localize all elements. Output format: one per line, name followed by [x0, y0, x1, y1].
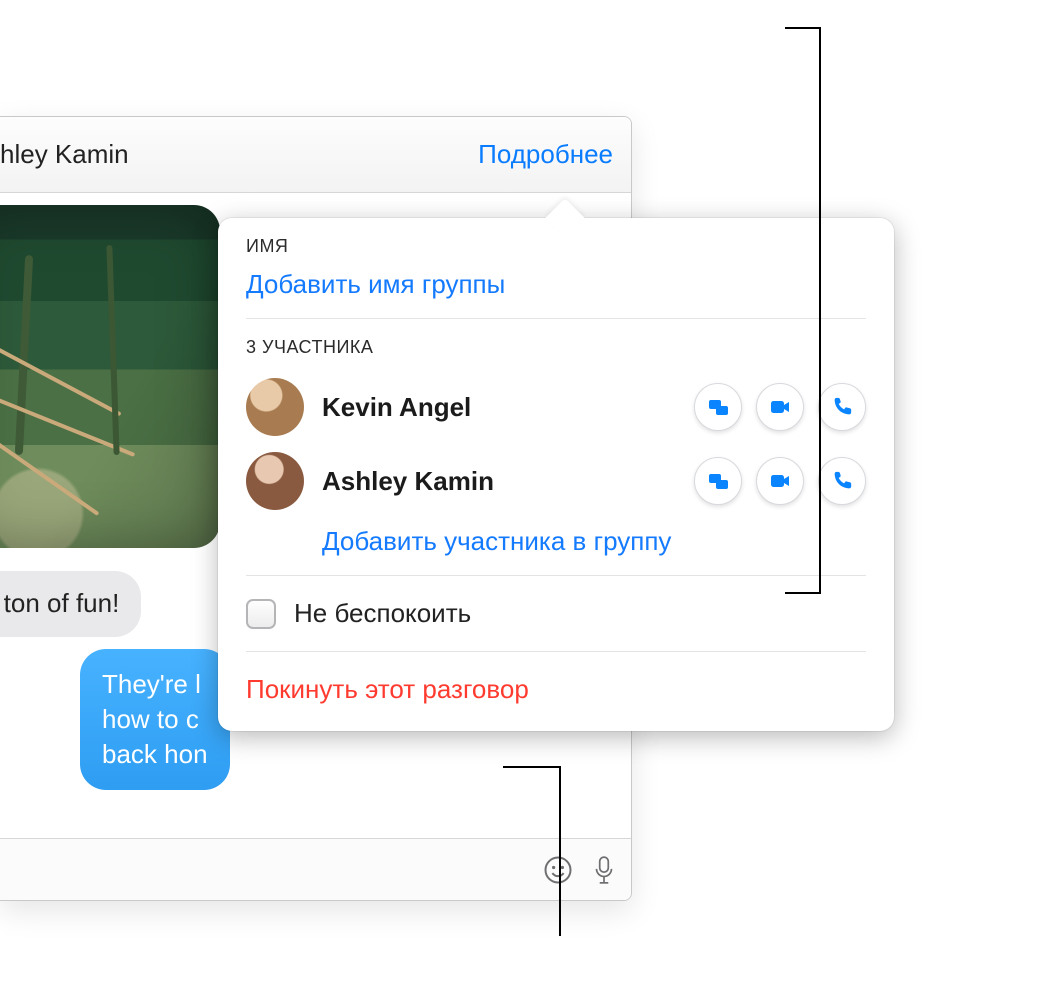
callout-line — [819, 27, 821, 593]
video-call-icon[interactable] — [756, 383, 804, 431]
titlebar: hley Kamin Подробнее — [0, 117, 631, 193]
screen-share-icon[interactable] — [694, 457, 742, 505]
compose-bar — [0, 838, 631, 900]
add-group-name-button[interactable]: Добавить имя группы — [246, 269, 866, 300]
participants-section: 3 УЧАСТНИКА Kevin Angel Ashley Kamin — [218, 319, 894, 575]
leave-conversation-button[interactable]: Покинуть этот разговор — [246, 674, 529, 704]
participant-row: Kevin Angel — [246, 370, 866, 444]
screen-share-icon[interactable] — [694, 383, 742, 431]
participants-section-label: 3 УЧАСТНИКА — [246, 337, 866, 358]
leave-row: Покинуть этот разговор — [218, 652, 894, 731]
do-not-disturb-checkbox[interactable] — [246, 599, 276, 629]
group-name-section: ИМЯ Добавить имя группы — [218, 218, 894, 318]
add-member-row: Добавить участника в группу — [246, 518, 866, 557]
message-input[interactable] — [14, 852, 525, 888]
participant-name: Kevin Angel — [322, 392, 676, 423]
do-not-disturb-row: Не беспокоить — [218, 576, 894, 651]
dictation-mic-icon[interactable] — [591, 855, 617, 885]
add-member-button[interactable]: Добавить участника в группу — [322, 526, 671, 556]
callout-line — [503, 766, 561, 768]
avatar — [246, 378, 304, 436]
image-attachment[interactable] — [0, 205, 220, 548]
participant-row: Ashley Kamin — [246, 444, 866, 518]
audio-call-icon[interactable] — [818, 383, 866, 431]
participant-actions — [694, 457, 866, 505]
image-decoration — [0, 355, 170, 548]
participant-actions — [694, 383, 866, 431]
video-call-icon[interactable] — [756, 457, 804, 505]
emoji-picker-icon[interactable] — [543, 855, 573, 885]
details-popover: ИМЯ Добавить имя группы 3 УЧАСТНИКА Kevi… — [218, 218, 894, 731]
participant-name: Ashley Kamin — [322, 466, 676, 497]
details-button[interactable]: Подробнее — [478, 139, 613, 170]
incoming-message-bubble: a ton of fun! — [0, 571, 141, 637]
outgoing-message-bubble: They're l how to c back hon — [80, 649, 230, 790]
callout-line — [785, 27, 821, 29]
name-section-label: ИМЯ — [246, 236, 866, 257]
callout-line — [559, 766, 561, 936]
callout-line — [785, 592, 821, 594]
audio-call-icon[interactable] — [818, 457, 866, 505]
conversation-title: hley Kamin — [0, 139, 129, 170]
avatar — [246, 452, 304, 510]
do-not-disturb-label: Не беспокоить — [294, 598, 471, 629]
